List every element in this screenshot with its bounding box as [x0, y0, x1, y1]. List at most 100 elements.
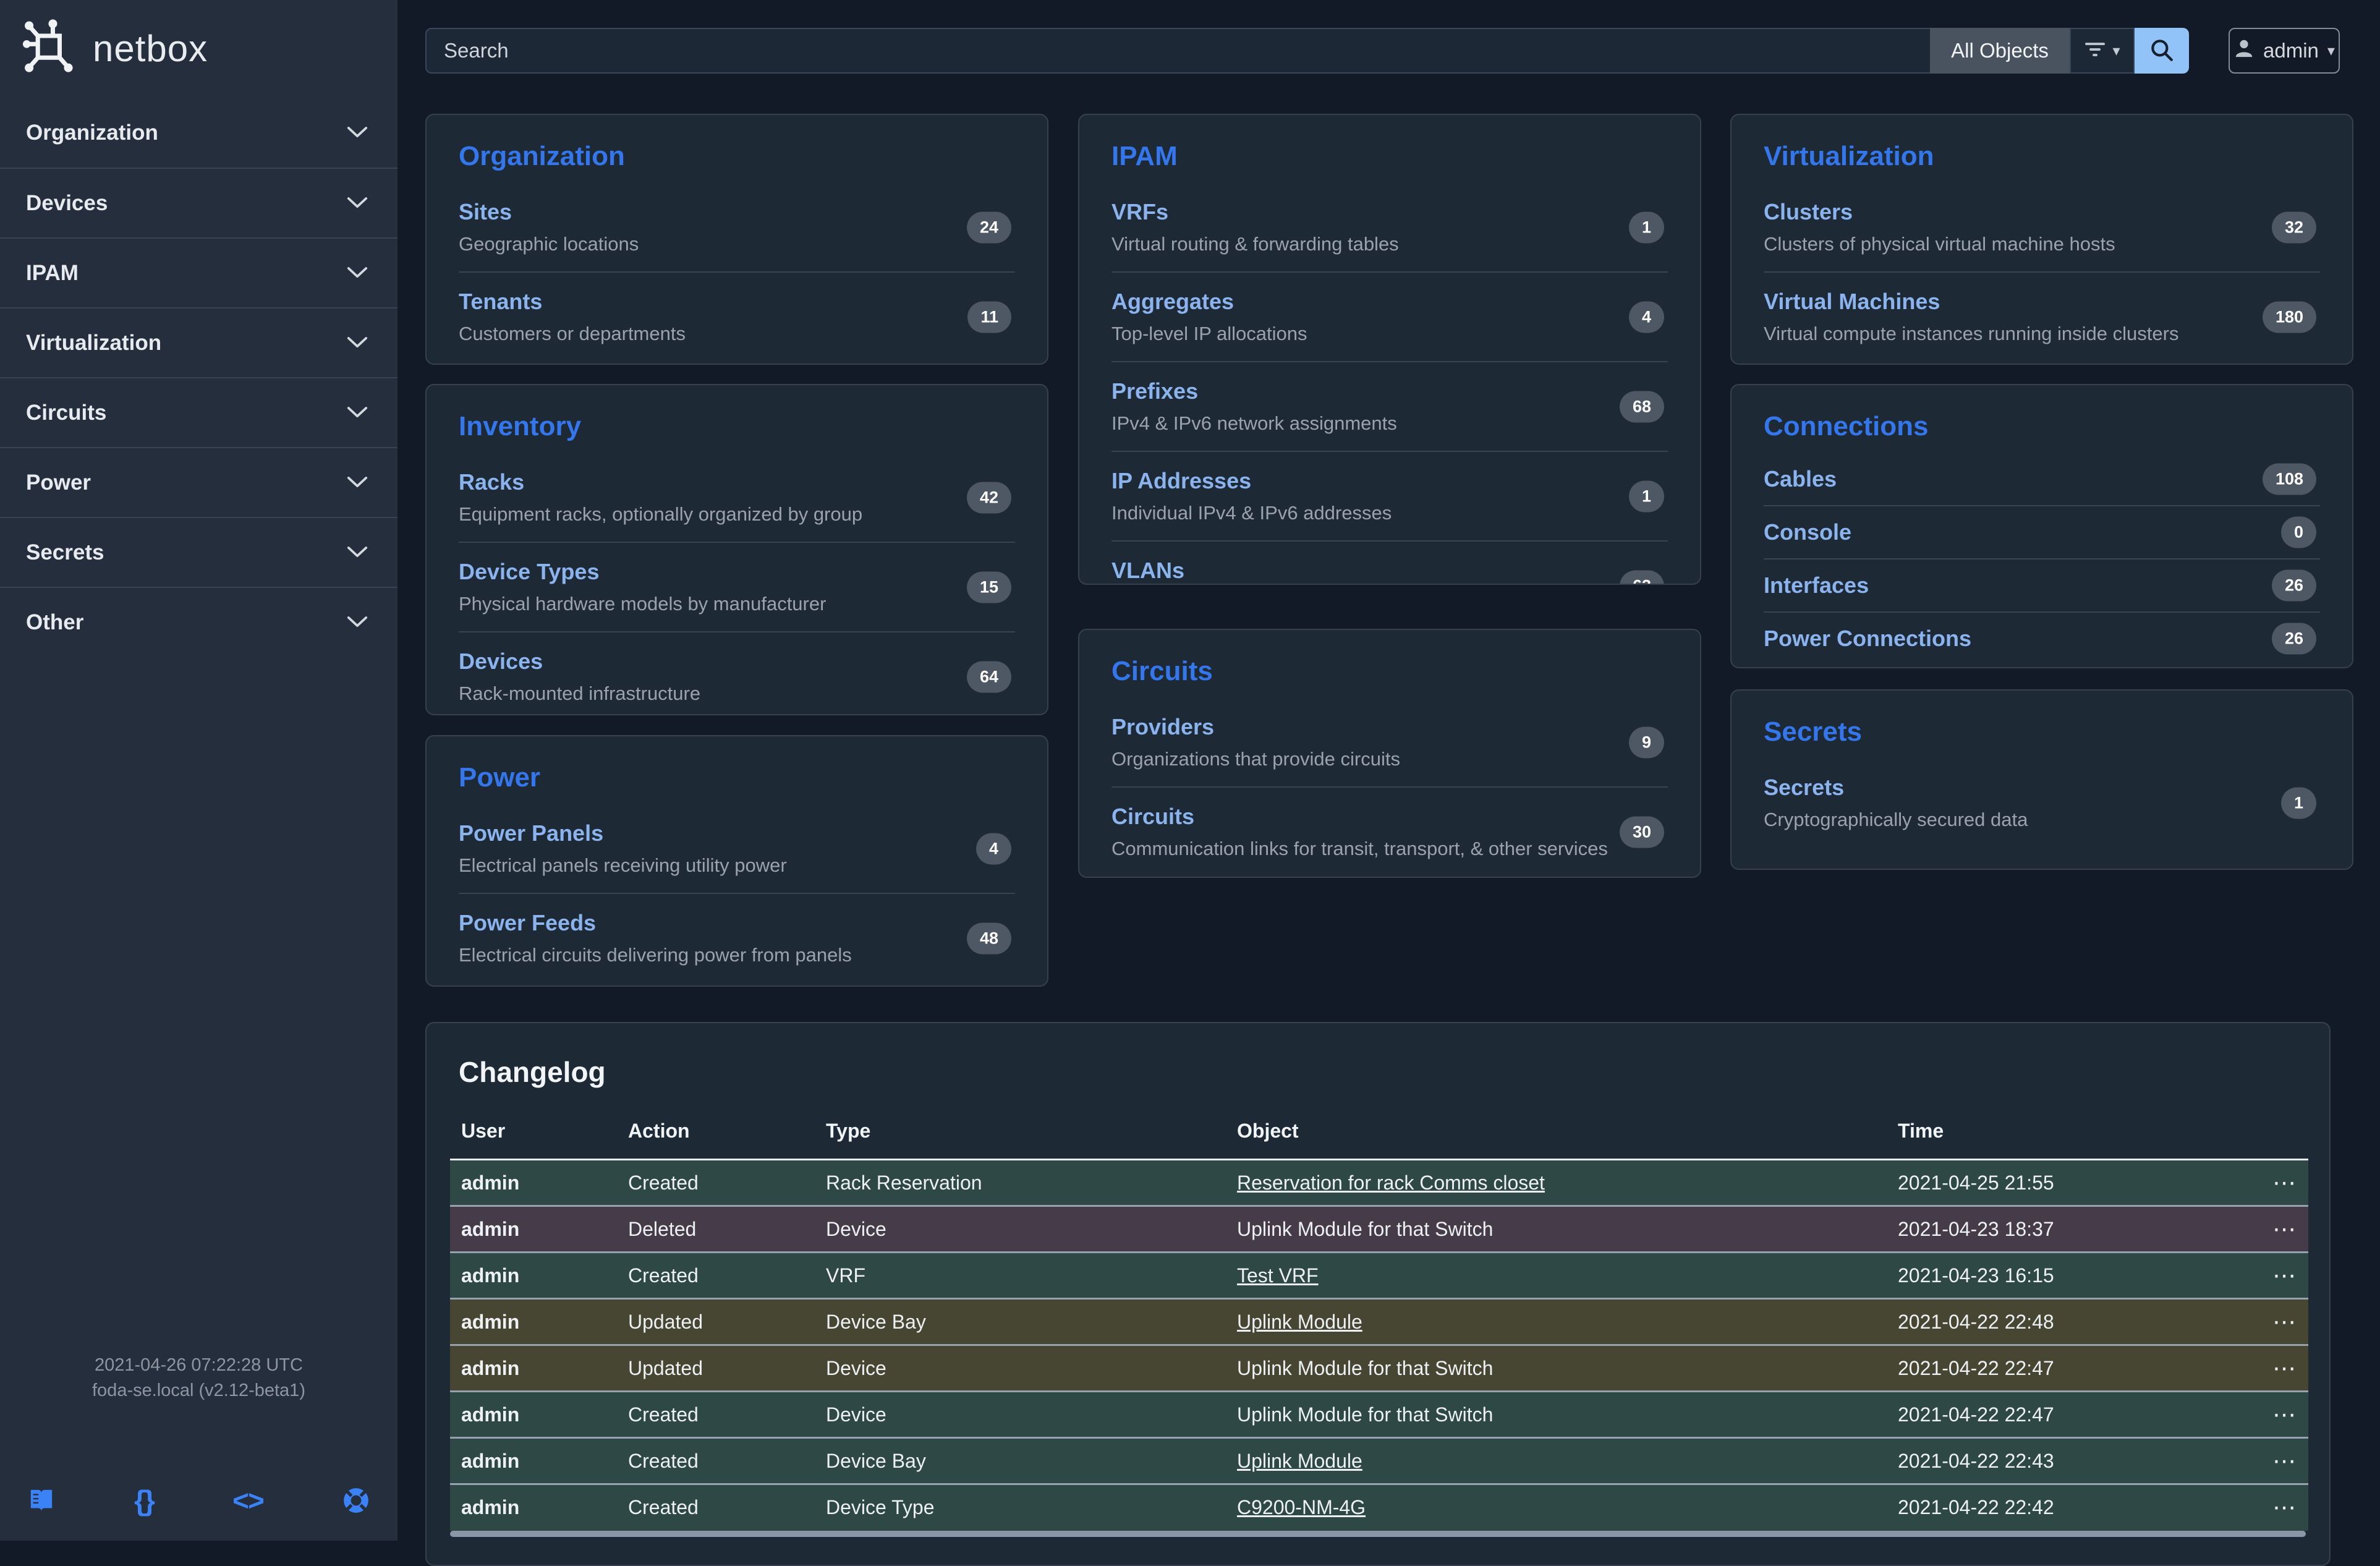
object-link[interactable]: C9200-NM-4G: [1237, 1496, 1366, 1518]
ip-addresses-link[interactable]: IP Addresses: [1111, 468, 1251, 494]
card-title: Power: [459, 762, 1015, 793]
cell-type: Device: [815, 1206, 1226, 1253]
source-code-icon[interactable]: <>: [232, 1484, 263, 1517]
cell-object: C9200-NM-4G: [1226, 1484, 1887, 1531]
card-item: SecretsCryptographically secured data1: [1764, 759, 2320, 847]
row-actions-button[interactable]: ⋯: [2272, 1263, 2297, 1289]
row-actions-button[interactable]: ⋯: [2272, 1402, 2297, 1428]
cell-actions: ⋯: [2233, 1438, 2308, 1484]
card-item: Device TypesPhysical hardware models by …: [459, 542, 1015, 631]
sidebar-item-virtualization[interactable]: Virtualization: [0, 307, 397, 377]
sidebar-item-circuits[interactable]: Circuits: [0, 377, 397, 447]
changelog-header-row: UserActionTypeObjectTime: [450, 1111, 2308, 1160]
object-link[interactable]: Reservation for rack Comms closet: [1237, 1172, 1545, 1194]
secrets-link[interactable]: Secrets: [1764, 775, 1844, 801]
cell-time: 2021-04-23 16:15: [1887, 1253, 2233, 1299]
object-link[interactable]: Uplink Module: [1237, 1311, 1362, 1333]
card-circuits: CircuitsProvidersOrganizations that prov…: [1078, 629, 1701, 878]
vrfs-link[interactable]: VRFs: [1111, 199, 1168, 225]
cables-link[interactable]: Cables: [1764, 466, 1837, 492]
sidebar-item-ipam[interactable]: IPAM: [0, 237, 397, 307]
search-submit-button[interactable]: [2135, 28, 2189, 74]
cell-action: Created: [617, 1438, 815, 1484]
chevron-down-icon: [347, 616, 368, 629]
count-badge: 26: [2272, 623, 2316, 655]
object-link[interactable]: Test VRF: [1237, 1264, 1319, 1287]
row-actions-button[interactable]: ⋯: [2272, 1356, 2297, 1382]
card-title: Circuits: [1111, 656, 1668, 687]
sidebar-item-power[interactable]: Power: [0, 447, 397, 517]
clusters-link[interactable]: Clusters: [1764, 199, 1853, 225]
row-actions-button[interactable]: ⋯: [2272, 1495, 2297, 1521]
power-feeds-link[interactable]: Power Feeds: [459, 910, 596, 936]
user-menu-button[interactable]: admin ▾: [2229, 28, 2340, 74]
object-text: Uplink Module for that Switch: [1237, 1403, 1493, 1426]
card-title: Organization: [459, 141, 1015, 172]
sidebar-item-secrets[interactable]: Secrets: [0, 517, 397, 587]
card-virtualization: VirtualizationClustersClusters of physic…: [1730, 114, 2353, 365]
power-connections-link[interactable]: Power Connections: [1764, 626, 1971, 652]
card-item: Virtual MachinesVirtual compute instance…: [1764, 271, 2320, 361]
changelog-table: UserActionTypeObjectTime adminCreatedRac…: [450, 1111, 2308, 1531]
card-item: Circuits Communication links for transit,…: [1111, 786, 1668, 876]
prefixes-link[interactable]: Prefixes: [1111, 378, 1198, 404]
cell-action: Deleted: [617, 1206, 815, 1253]
count-badge: 26: [2272, 570, 2316, 602]
sites-link[interactable]: Sites: [459, 199, 512, 225]
sidebar-item-label: IPAM: [26, 261, 79, 286]
card-item: Power FeedsElectrical circuits deliverin…: [459, 893, 1015, 982]
item-description: Rack-mounted infrastructure: [459, 683, 1015, 705]
row-actions-button[interactable]: ⋯: [2272, 1170, 2297, 1196]
vlans-link[interactable]: VLANs: [1111, 558, 1184, 584]
help-lifebuoy-icon[interactable]: [342, 1486, 370, 1515]
count-badge: 11: [967, 301, 1011, 333]
item-description: Communication links for transit, transpo…: [1111, 838, 1668, 860]
cell-time: 2021-04-22 22:47: [1887, 1345, 2233, 1392]
search-input[interactable]: [425, 28, 1930, 74]
devices-link[interactable]: Devices: [459, 649, 543, 674]
chevron-down-icon: [347, 406, 368, 419]
user-icon: [2233, 38, 2255, 64]
card-item: RacksEquipment racks, optionally organiz…: [459, 453, 1015, 542]
racks-link[interactable]: Racks: [459, 469, 524, 495]
sidebar-item-other[interactable]: Other: [0, 587, 397, 657]
sidebar-item-devices[interactable]: Devices: [0, 168, 397, 237]
brand-name: netbox: [93, 27, 208, 70]
virtual-machines-link[interactable]: Virtual Machines: [1764, 289, 1940, 315]
filter-dropdown-button[interactable]: ▾: [2070, 28, 2135, 74]
circuits-link[interactable]: Circuits: [1111, 804, 1194, 830]
power-panels-link[interactable]: Power Panels: [459, 820, 603, 846]
changelog-row: adminCreatedDevice TypeC9200-NM-4G2021-0…: [450, 1484, 2308, 1531]
cell-type: VRF: [815, 1253, 1226, 1299]
changelog-row: adminUpdatedDeviceUplink Module for that…: [450, 1345, 2308, 1392]
tenants-link[interactable]: Tenants: [459, 289, 542, 315]
aggregates-link[interactable]: Aggregates: [1111, 289, 1234, 315]
docs-book-icon[interactable]: [27, 1487, 56, 1513]
card-item: Console 0: [1764, 505, 2320, 558]
interfaces-link[interactable]: Interfaces: [1764, 572, 1869, 598]
search-scope-label[interactable]: All Objects: [1930, 28, 2070, 74]
chevron-down-icon: [347, 546, 368, 559]
card-title: Secrets: [1764, 717, 2320, 747]
cell-actions: ⋯: [2233, 1484, 2308, 1531]
row-actions-button[interactable]: ⋯: [2272, 1449, 2297, 1475]
cell-actions: ⋯: [2233, 1253, 2308, 1299]
count-badge: 1: [1629, 480, 1664, 512]
device-types-link[interactable]: Device Types: [459, 559, 599, 585]
table-scrollbar[interactable]: [450, 1531, 2306, 1537]
brand-logo[interactable]: netbox: [0, 0, 397, 80]
row-actions-button[interactable]: ⋯: [2272, 1217, 2297, 1243]
console-link[interactable]: Console: [1764, 519, 1851, 545]
row-actions-button[interactable]: ⋯: [2272, 1309, 2297, 1335]
item-description: Individual IPv4 & IPv6 addresses: [1111, 502, 1668, 524]
count-badge: 0: [2281, 517, 2316, 548]
providers-link[interactable]: Providers: [1111, 714, 1214, 740]
object-text: Uplink Module for that Switch: [1237, 1357, 1493, 1379]
item-description: Clusters of physical virtual machine hos…: [1764, 233, 2320, 255]
count-badge: 108: [2263, 464, 2316, 495]
object-link[interactable]: Uplink Module: [1237, 1450, 1362, 1472]
item-description: Geographic locations: [459, 233, 1015, 255]
changelog-row: adminUpdatedDevice BayUplink Module2021-…: [450, 1299, 2308, 1345]
sidebar-item-organization[interactable]: Organization: [0, 98, 397, 168]
api-braces-icon[interactable]: {}: [134, 1484, 154, 1517]
